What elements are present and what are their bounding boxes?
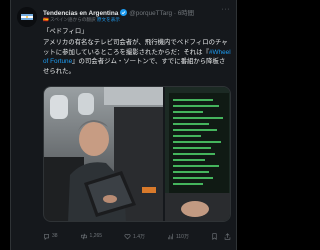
- avatar[interactable]: [17, 7, 37, 27]
- reply-icon: [44, 233, 49, 240]
- reply-button[interactable]: 38: [43, 233, 58, 240]
- tweet-actions: 38 1,265 1.4万 110万: [43, 231, 231, 241]
- translation-notice: 🇪🇸 スペイン語からの翻訳 原文を表示: [43, 17, 120, 23]
- tweet-text: 「ペドフィロ」 アメリカの有名なテレビ司会者が、飛行機内でペドフィロのチャットに…: [43, 27, 231, 76]
- media-photo-screen[interactable]: [165, 87, 230, 221]
- like-button[interactable]: 1.4万: [124, 233, 145, 240]
- more-options-button[interactable]: ···: [222, 6, 231, 13]
- tweet-body-start: アメリカの有名なテレビ司会者が、飛行機内でペドフィロのチャットに参加しているとこ…: [43, 39, 228, 56]
- views-count: 110万: [175, 233, 189, 240]
- tweet-card[interactable]: Tendencias en Argentina @porqueTTarg · 6時…: [10, 0, 237, 250]
- timestamp[interactable]: 6時間: [178, 10, 194, 17]
- retweet-button[interactable]: 1,265: [80, 233, 103, 240]
- retweet-count: 1,265: [89, 233, 103, 239]
- media-photo-airplane[interactable]: [44, 87, 163, 221]
- separator-dot: ·: [173, 10, 176, 17]
- tweet-body: アメリカの有名なテレビ司会者が、飛行機内でペドフィロのチャットに参加しているとこ…: [43, 38, 231, 76]
- media-grid[interactable]: [43, 86, 231, 222]
- like-icon: [124, 233, 131, 239]
- retweet-icon: [80, 233, 87, 239]
- tweet-quote-line: 「ペドフィロ」: [43, 28, 88, 35]
- verified-icon: [120, 9, 128, 18]
- secondary-actions: [211, 232, 231, 240]
- avatar-flag-icon: [17, 7, 37, 27]
- views-icon: [168, 233, 173, 239]
- author-name[interactable]: Tendencias en Argentina: [43, 10, 118, 17]
- reply-count: 38: [52, 233, 58, 239]
- share-icon[interactable]: [224, 232, 231, 240]
- author-handle[interactable]: @porqueTTarg: [129, 10, 172, 17]
- like-count: 1.4万: [133, 233, 145, 240]
- views-button[interactable]: 110万: [167, 233, 189, 240]
- bookmark-icon[interactable]: [211, 232, 218, 240]
- translation-label: 🇪🇸 スペイン語からの翻訳: [43, 17, 96, 22]
- show-original-link[interactable]: 原文を表示: [97, 17, 120, 22]
